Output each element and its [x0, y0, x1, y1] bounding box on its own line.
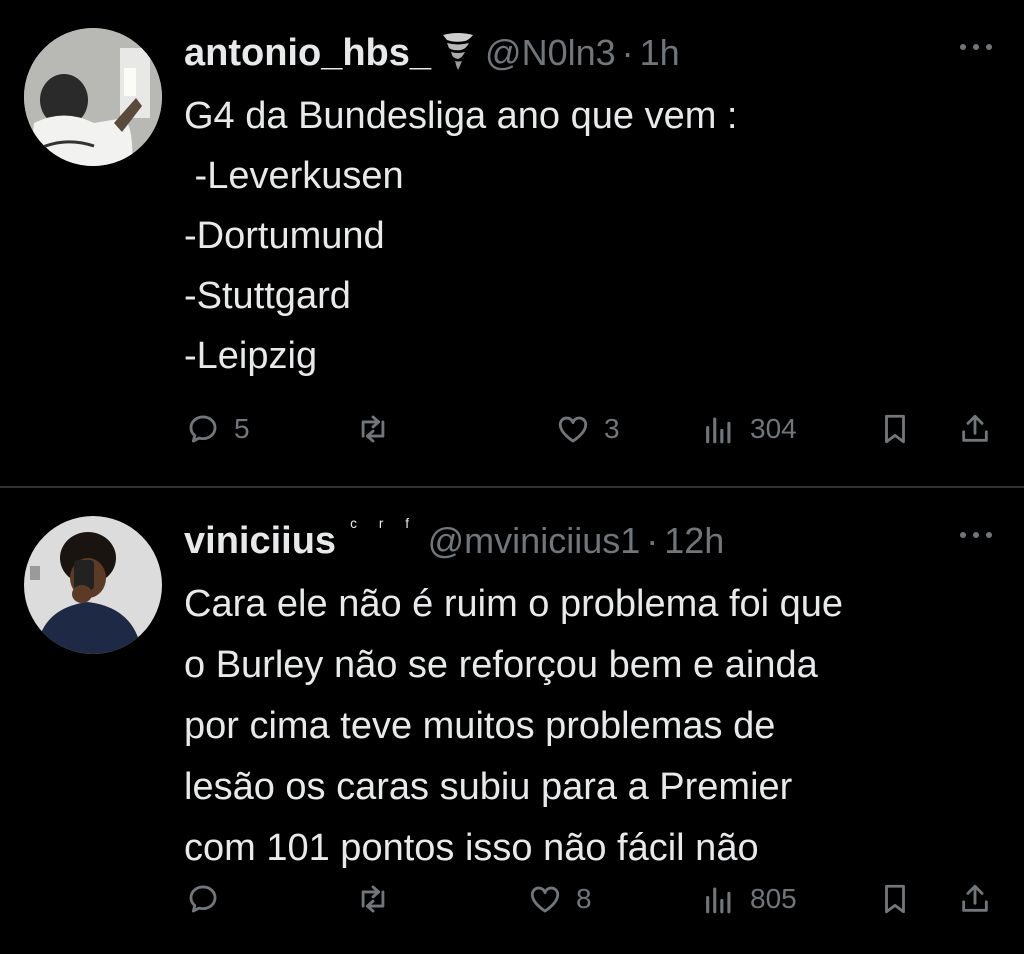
tornado-icon	[441, 31, 475, 76]
timestamp[interactable]: 12h	[664, 520, 724, 562]
view-count: 805	[750, 883, 797, 914]
views-chart-icon	[706, 417, 731, 444]
more-options-icon[interactable]	[956, 36, 996, 56]
avatar[interactable]	[24, 28, 162, 166]
like-button[interactable]: 8	[528, 874, 592, 924]
author-name-suffix: ᶜ ʳ ᶠ	[350, 515, 418, 538]
views-button[interactable]: 805	[702, 874, 797, 924]
bookmark-button[interactable]	[878, 874, 912, 924]
timestamp[interactable]: 1h	[640, 32, 680, 74]
like-count: 8	[576, 883, 592, 914]
bookmark-icon	[885, 414, 905, 444]
share-icon	[962, 884, 988, 912]
tweet-actions: 5 3 304	[184, 404, 1004, 454]
author-name[interactable]: antonio_hbs_	[184, 32, 431, 75]
tweet-text: G4 da Bundesliga ano que vem : -Leverkus…	[184, 95, 738, 377]
separator: ·	[621, 32, 634, 73]
reply-icon	[189, 885, 217, 913]
more-options-icon[interactable]	[956, 524, 996, 544]
view-count: 304	[750, 413, 797, 444]
repost-icon	[361, 415, 385, 443]
repost-button[interactable]	[356, 874, 404, 924]
author-name[interactable]: viniciius	[184, 520, 336, 563]
reply-button[interactable]: 5	[186, 404, 250, 454]
share-icon	[962, 414, 988, 442]
reply-icon	[189, 415, 217, 443]
repost-icon	[361, 885, 385, 913]
views-button[interactable]: 304	[702, 404, 797, 454]
like-count: 3	[604, 413, 620, 444]
reply-count: 5	[234, 413, 250, 444]
bookmark-icon	[885, 884, 905, 914]
share-button[interactable]	[958, 404, 992, 454]
bookmark-button[interactable]	[878, 404, 912, 454]
tweet-header: viniciius ᶜ ʳ ᶠ @mviniciius1 · 12h	[184, 516, 724, 566]
reply-button[interactable]	[186, 874, 234, 924]
tweet-text: Cara ele não é ruim o problema foi que o…	[184, 583, 844, 869]
views-chart-icon	[706, 887, 731, 914]
share-button[interactable]	[958, 874, 992, 924]
heart-icon	[530, 886, 560, 913]
tweet-actions: 8 805	[184, 874, 1004, 924]
author-handle[interactable]: @mviniciius1	[428, 520, 641, 562]
heart-icon	[558, 416, 588, 443]
avatar[interactable]	[24, 516, 162, 654]
separator: ·	[646, 520, 659, 561]
like-button[interactable]: 3	[556, 404, 620, 454]
tweet[interactable]: antonio_hbs_ @N0ln3 · 1h G4 da Bundeslig…	[0, 0, 1024, 487]
author-handle[interactable]: @N0ln3	[485, 32, 616, 74]
repost-button[interactable]	[356, 404, 404, 454]
tweet[interactable]: viniciius ᶜ ʳ ᶠ @mviniciius1 · 12h Cara …	[0, 488, 1024, 954]
tweet-header: antonio_hbs_ @N0ln3 · 1h	[184, 28, 680, 78]
